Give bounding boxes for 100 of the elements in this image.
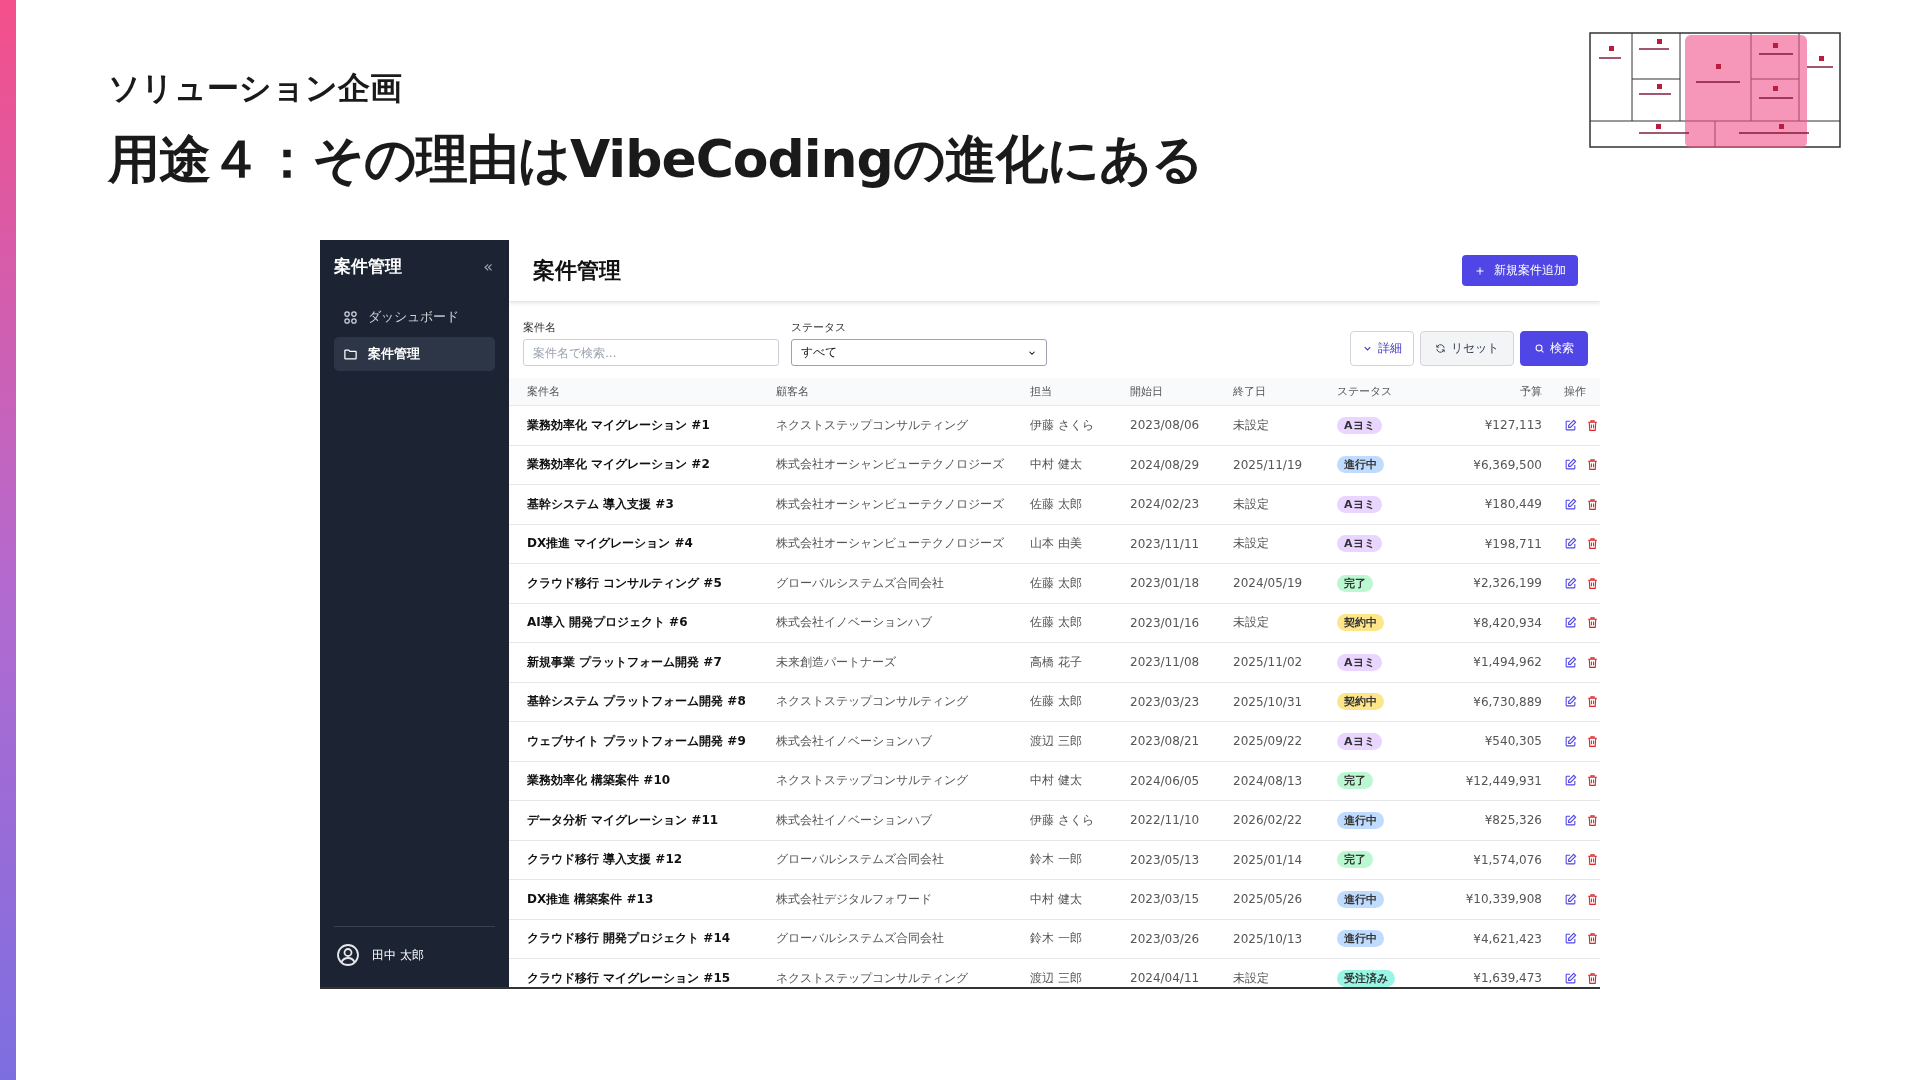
table-cell-text: 2023/11/11 [1130, 536, 1201, 551]
table-cell-text: 渡辺 三郎 [1030, 732, 1083, 750]
table-cell-text: ¥825,326 [1483, 813, 1542, 828]
delete-icon[interactable] [1586, 813, 1599, 827]
search-button[interactable]: 検索 [1520, 331, 1588, 366]
edit-icon[interactable] [1564, 853, 1577, 867]
table-cell-text: 株式会社イノベーションハブ [776, 614, 933, 632]
table-cell-text: 高橋 花子 [1030, 653, 1083, 671]
delete-icon[interactable] [1586, 497, 1599, 511]
table-cell-text: ¥180,449 [1483, 497, 1542, 512]
table-cell-text: 2023/01/16 [1130, 615, 1201, 630]
status-badge: Aヨミ [1337, 535, 1382, 553]
folder-icon [343, 346, 358, 362]
delete-icon[interactable] [1586, 576, 1599, 590]
edit-icon[interactable] [1564, 537, 1577, 551]
edit-icon[interactable] [1564, 418, 1577, 432]
delete-icon[interactable] [1586, 458, 1599, 472]
sidebar-item[interactable]: 案件管理 [334, 337, 495, 371]
collapse-button[interactable]: « [481, 256, 495, 276]
slide-subtitle: ソリューション企画 [108, 68, 403, 108]
edit-icon[interactable] [1564, 892, 1577, 906]
table-cell-text: 2024/02/23 [1130, 497, 1201, 512]
delete-icon[interactable] [1586, 734, 1599, 748]
delete-icon[interactable] [1586, 695, 1599, 709]
table-cell-text: 2023/01/18 [1130, 576, 1201, 591]
table-cell-text: 山本 由美 [1030, 535, 1083, 553]
status-badge: 契約中 [1337, 693, 1384, 711]
table-cell-text: 業務効率化 マイグレーション #1 [527, 416, 711, 434]
slide-title: 用途４：その理由はVibeCodingの進化にある [108, 128, 1204, 191]
edit-icon[interactable] [1564, 616, 1577, 630]
table-cell-text: 2024/08/13 [1233, 773, 1304, 788]
delete-icon[interactable] [1586, 537, 1599, 551]
table-cell-text: 基幹システム 導入支援 #3 [527, 495, 675, 513]
table-cell-text: 業務効率化 マイグレーション #2 [527, 456, 711, 474]
edit-icon[interactable] [1564, 774, 1577, 788]
status-badge: 進行中 [1337, 456, 1384, 474]
column-header: 担当 [1030, 384, 1053, 399]
table-cell-text: ¥1,574,076 [1472, 852, 1542, 867]
delete-icon[interactable] [1586, 853, 1599, 867]
table-cell-text: 中村 健太 [1030, 890, 1083, 908]
column-header: 操作 [1563, 384, 1587, 399]
add-project-button[interactable]: 新規案件追加 [1462, 255, 1578, 286]
status-badge: Aヨミ [1337, 416, 1382, 434]
table-cell-text: 中村 健太 [1030, 456, 1083, 474]
table-cell-text: ¥127,113 [1483, 418, 1542, 433]
table-cell-text: 未設定 [1233, 535, 1270, 553]
edit-icon[interactable] [1564, 813, 1577, 827]
edit-icon[interactable] [1564, 734, 1577, 748]
edit-icon[interactable] [1564, 971, 1577, 985]
delete-icon[interactable] [1586, 971, 1599, 985]
table-cell-text: 業務効率化 構築案件 #10 [527, 772, 672, 790]
table-cell-text: 株式会社イノベーションハブ [776, 811, 933, 829]
edit-icon[interactable] [1564, 576, 1577, 590]
table-cell-text: 2024/04/11 [1130, 971, 1201, 986]
table-cell-text: 未設定 [1233, 416, 1270, 434]
status-dropdown[interactable]: すべて [791, 339, 1047, 366]
search-field[interactable]: 案件名で検索... [523, 339, 779, 366]
table-cell-text: 2023/03/15 [1130, 892, 1201, 907]
edit-icon[interactable] [1564, 655, 1577, 669]
edit-icon[interactable] [1564, 695, 1577, 709]
table-cell-text: 新規事業 プラットフォーム開発 #7 [527, 653, 723, 671]
table-cell-text: クラウド移行 開発プロジェクト #14 [527, 930, 732, 948]
delete-icon[interactable] [1586, 892, 1599, 906]
column-header: 顧客名 [776, 384, 810, 399]
table-cell-text: 2023/08/21 [1130, 734, 1201, 749]
delete-icon[interactable] [1586, 932, 1599, 946]
table-cell-text: 株式会社イノベーションハブ [776, 732, 933, 750]
table-cell-text: 2025/11/02 [1233, 655, 1304, 670]
sidebar-title: 案件管理 [334, 254, 402, 278]
table-cell-text: 佐藤 太郎 [1030, 614, 1083, 632]
table-cell-text: ¥1,494,962 [1472, 655, 1542, 670]
toggle-button[interactable]: 詳細 [1350, 331, 1414, 366]
table-cell-text: 渡辺 三郎 [1030, 969, 1083, 987]
table-cell-text: 佐藤 太郎 [1030, 693, 1083, 711]
delete-icon[interactable] [1586, 418, 1599, 432]
delete-icon[interactable] [1586, 774, 1599, 788]
user-name: 田中 太郎 [372, 946, 424, 964]
table-cell-text: グローバルシステムズ合同会社 [776, 574, 945, 592]
table-cell-text: 2024/08/29 [1130, 457, 1201, 472]
status-badge: 完了 [1337, 772, 1373, 790]
reset-button[interactable]: リセット [1420, 331, 1514, 366]
table-cell-text: グローバルシステムズ合同会社 [776, 930, 945, 948]
column-header: ステータス [1337, 384, 1393, 399]
table-cell-text: ネクストステップコンサルティング [776, 772, 969, 790]
table-cell-text: 未設定 [1233, 614, 1270, 632]
table-cell-text: 2024/05/19 [1233, 576, 1304, 591]
delete-icon[interactable] [1586, 616, 1599, 630]
delete-icon[interactable] [1586, 655, 1599, 669]
table-cell-text: 2023/05/13 [1130, 852, 1201, 867]
table-cell-text: 株式会社オーシャンビューテクノロジーズ [776, 535, 1005, 553]
page-title: 案件管理 [533, 256, 621, 285]
sidebar-item[interactable]: ダッシュボード [334, 300, 495, 334]
field-label: ステータス [791, 320, 847, 335]
edit-icon[interactable] [1564, 458, 1577, 472]
table-cell-text: 2025/10/13 [1233, 931, 1304, 946]
status-badge: Aヨミ [1337, 495, 1382, 513]
table-cell-text: 2025/01/14 [1233, 852, 1304, 867]
edit-icon[interactable] [1564, 932, 1577, 946]
table-cell-text: ネクストステップコンサルティング [776, 416, 969, 434]
edit-icon[interactable] [1564, 497, 1577, 511]
